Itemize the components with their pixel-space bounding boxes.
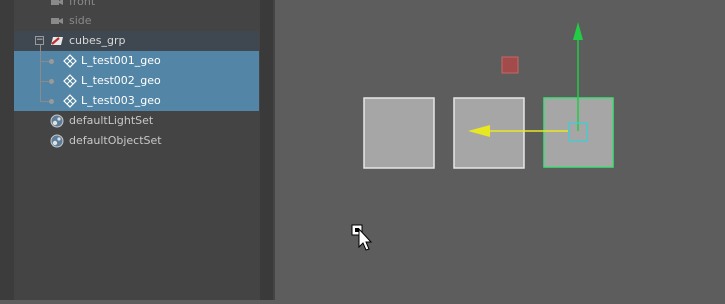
outliner-item-default-light-set[interactable]: defaultLightSet [14,111,259,131]
mouse-cursor-icon [351,224,373,251]
outliner-item-label: L_test003_geo [81,94,161,107]
outliner-item-label: side [69,14,92,27]
mesh-icon [63,54,77,68]
outliner-item-label: defaultLightSet [69,114,154,127]
viewport-canvas[interactable] [275,0,725,300]
outliner-gutter [0,0,14,300]
outliner-panel: front side − cubes_grp L_test001_geo L_t… [0,0,259,300]
collapse-toggle[interactable]: − [35,36,44,45]
tree-node-dot [49,79,54,84]
outliner-item-default-object-set[interactable]: defaultObjectSet [14,131,259,151]
cube-l-test001-geo[interactable] [363,97,435,169]
outliner-item-label: L_test001_geo [81,54,161,67]
viewport-panel[interactable] [275,0,725,300]
outliner-item-label: defaultObjectSet [69,134,162,147]
outliner-item-side[interactable]: side [14,11,259,31]
outliner-item-label: L_test002_geo [81,74,161,87]
tree-connector [40,45,41,101]
mesh-icon [63,74,77,88]
tree-node-dot [49,99,54,104]
outliner-item-label: cubes_grp [69,34,126,47]
group-transform-icon [50,34,64,48]
outliner-item-cubes-grp[interactable]: − cubes_grp [14,31,259,51]
outliner-scrollbar[interactable] [260,0,273,300]
object-set-icon [50,134,64,148]
origin-marker [501,56,519,74]
tree-node-dot [49,59,54,64]
camera-icon [50,0,64,9]
y-axis-arrow[interactable] [573,22,583,40]
camera-icon [50,14,64,28]
mesh-icon [63,94,77,108]
object-set-icon [50,114,64,128]
